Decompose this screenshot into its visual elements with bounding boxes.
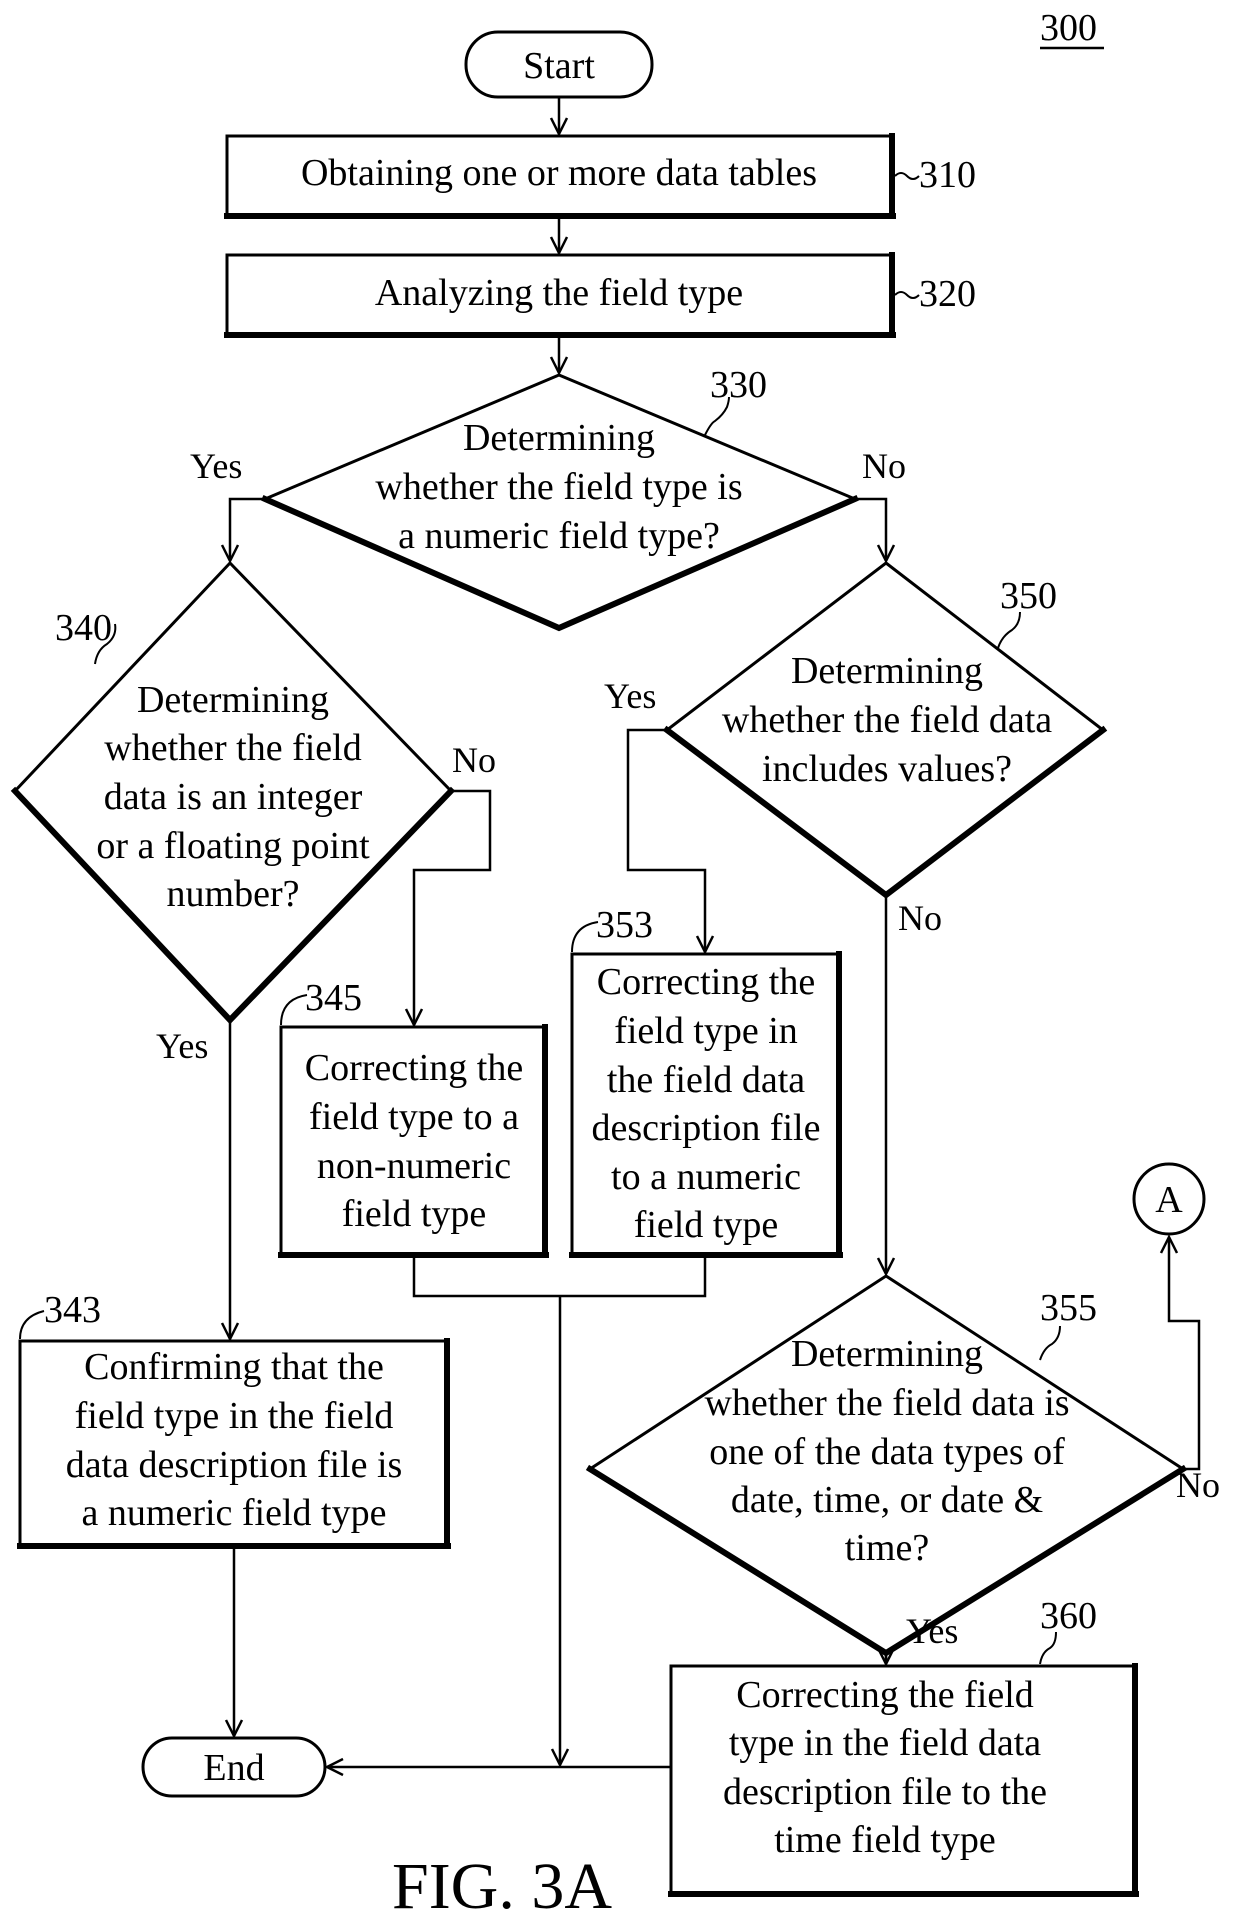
step-360-line-3: description file to the xyxy=(723,1771,1047,1813)
decision-355-line-1: Determining xyxy=(791,1333,983,1375)
step-343: Confirming that the field type in the fi… xyxy=(17,1289,451,1549)
branch-350-no-label: No xyxy=(898,898,942,938)
step-360-ref: 360 xyxy=(1040,1595,1097,1637)
branch-330-yes-label: Yes xyxy=(190,446,242,486)
step-345-ref: 345 xyxy=(305,977,362,1019)
decision-330-line-1: Determining xyxy=(463,417,655,459)
decision-330: Determining whether the field type is a … xyxy=(261,364,859,632)
decision-350-line-3: includes values? xyxy=(762,748,1012,790)
step-343-line-2: field type in the field xyxy=(75,1395,394,1437)
step-345-line-3: non-numeric xyxy=(317,1145,511,1187)
end-terminal: End xyxy=(141,1736,327,1798)
branch-355-no-label: No xyxy=(1176,1465,1220,1505)
edge-320-330 xyxy=(549,336,569,376)
step-320: Analyzing the field type 320 xyxy=(224,252,976,338)
figure-caption: FIG. 3A xyxy=(392,1850,612,1918)
decision-340: Determining whether the field data is an… xyxy=(10,560,456,1025)
step-360-line-1: Correcting the field xyxy=(736,1674,1034,1716)
decision-350-leader xyxy=(997,611,1021,649)
step-345-line-1: Correcting the xyxy=(305,1047,523,1089)
step-353-line-3: the field data xyxy=(607,1059,805,1101)
edge-330-yes-340: Yes xyxy=(190,446,265,564)
decision-330-line-3: a numeric field type? xyxy=(398,515,720,557)
decision-355-ref: 355 xyxy=(1040,1287,1097,1329)
step-353-ref: 353 xyxy=(596,904,653,946)
step-353-line-6: field type xyxy=(634,1204,779,1246)
edge-330-no-350: No xyxy=(855,446,906,564)
edge-360-end xyxy=(324,1757,671,1777)
step-353-line-4: description file xyxy=(592,1107,821,1149)
decision-355-line-3: one of the data types of xyxy=(709,1431,1065,1473)
figure-number: 300 xyxy=(1040,7,1104,50)
step-343-line-4: a numeric field type xyxy=(82,1492,387,1534)
decision-355-line-5: time? xyxy=(845,1527,929,1569)
figure-number-text: 300 xyxy=(1040,7,1097,49)
step-353-line-2: field type in xyxy=(614,1010,798,1052)
branch-340-yes-label: Yes xyxy=(156,1026,208,1066)
step-353-leader xyxy=(571,921,599,953)
step-343-line-1: Confirming that the xyxy=(84,1346,384,1388)
decision-340-line-1: Determining xyxy=(137,679,329,721)
decision-350: Determining whether the field data inclu… xyxy=(662,561,1108,899)
branch-330-no-label: No xyxy=(862,446,906,486)
edge-start-310 xyxy=(549,97,569,137)
decision-340-ref: 340 xyxy=(55,607,112,649)
edge-350-no-355: No xyxy=(876,895,942,1277)
connector-a-label: A xyxy=(1155,1179,1183,1221)
flowchart-diagram: 300 Start Obtaining one or more data tab… xyxy=(10,7,1220,1918)
step-343-leader xyxy=(19,1310,45,1340)
decision-350-line-1: Determining xyxy=(791,650,983,692)
step-345-line-2: field type to a xyxy=(309,1096,519,1138)
step-320-ref: 320 xyxy=(919,273,976,315)
edge-343-end xyxy=(224,1547,244,1739)
connector-a: A xyxy=(1132,1162,1206,1236)
decision-340-line-5: number? xyxy=(167,873,300,915)
branch-350-yes-label: Yes xyxy=(604,676,656,716)
end-label: End xyxy=(203,1747,264,1789)
branch-340-no-label: No xyxy=(452,740,496,780)
edge-310-320 xyxy=(549,217,569,256)
step-310: Obtaining one or more data tables 310 xyxy=(224,133,976,219)
decision-340-line-2: whether the field xyxy=(104,727,361,769)
decision-350-line-2: whether the field data xyxy=(722,699,1052,741)
step-360-line-4: time field type xyxy=(774,1819,996,1861)
decision-340-line-3: data is an integer xyxy=(104,776,363,818)
step-343-ref: 343 xyxy=(44,1289,101,1331)
decision-355-line-4: date, time, or date & xyxy=(731,1479,1043,1521)
step-360-line-2: type in the field data xyxy=(729,1722,1041,1764)
decision-355-leader xyxy=(1039,1325,1061,1361)
step-353: Correcting the field type in the field d… xyxy=(569,904,843,1258)
decision-340-line-4: or a floating point xyxy=(96,825,370,867)
step-345-leader xyxy=(280,994,308,1026)
decision-330-line-2: whether the field type is xyxy=(375,466,742,508)
start-label: Start xyxy=(523,45,595,87)
step-343-line-3: data description file is xyxy=(66,1444,403,1486)
decision-350-ref: 350 xyxy=(1000,575,1057,617)
step-345-line-4: field type xyxy=(342,1193,487,1235)
step-353-line-5: to a numeric xyxy=(611,1156,801,1198)
step-353-line-1: Correcting the xyxy=(597,961,815,1003)
step-310-ref: 310 xyxy=(919,154,976,196)
step-320-leader xyxy=(894,291,920,299)
edge-340-yes-343: Yes xyxy=(156,1020,240,1342)
step-310-text: Obtaining one or more data tables xyxy=(301,152,817,194)
decision-330-ref: 330 xyxy=(710,364,767,406)
step-320-text: Analyzing the field type xyxy=(375,272,743,314)
start-terminal: Start xyxy=(464,30,654,99)
branch-355-yes-label: Yes xyxy=(906,1611,958,1651)
decision-355-line-2: whether the field data is xyxy=(704,1382,1069,1424)
step-310-leader xyxy=(894,172,920,180)
